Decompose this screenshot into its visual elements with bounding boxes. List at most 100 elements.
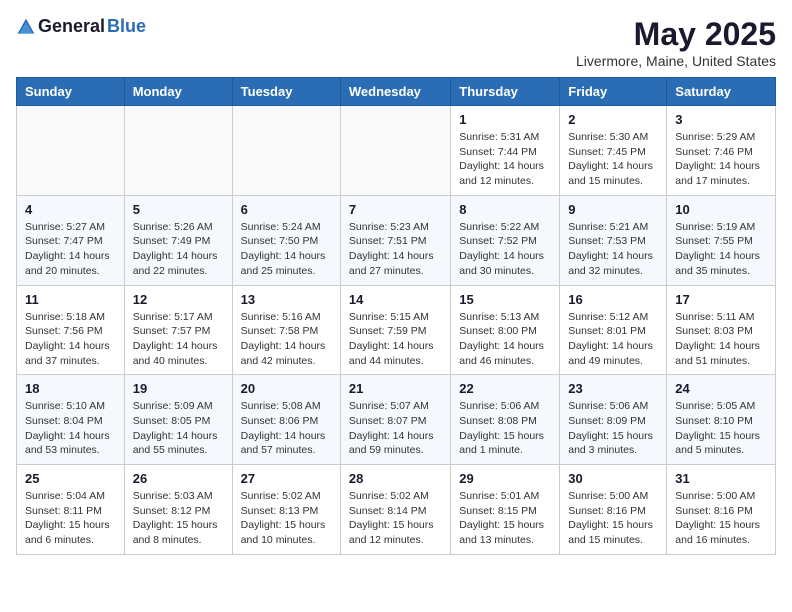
day-info: Sunrise: 5:07 AM Sunset: 8:07 PM Dayligh… — [349, 399, 442, 458]
calendar-cell: 21 Sunrise: 5:07 AM Sunset: 8:07 PM Dayli… — [340, 375, 450, 465]
day-number: 17 — [675, 292, 767, 307]
calendar-cell — [340, 106, 450, 196]
calendar-cell: 19 Sunrise: 5:09 AM Sunset: 8:05 PM Dayli… — [124, 375, 232, 465]
header-saturday: Saturday — [667, 78, 776, 106]
calendar-cell — [124, 106, 232, 196]
calendar-cell: 18 Sunrise: 5:10 AM Sunset: 8:04 PM Dayli… — [17, 375, 125, 465]
header-thursday: Thursday — [451, 78, 560, 106]
calendar-cell: 23Sunrise: 5:06 AM Sunset: 8:09 PM Dayli… — [560, 375, 667, 465]
title-section: May 2025 Livermore, Maine, United States — [576, 16, 776, 69]
day-number: 7 — [349, 202, 442, 217]
week-row-0: 1 Sunrise: 5:31 AM Sunset: 7:44 PM Daylig… — [17, 106, 776, 196]
day-info: Sunrise: 5:17 AM Sunset: 7:57 PM Dayligh… — [133, 310, 224, 369]
day-info: Sunrise: 5:31 AM Sunset: 7:44 PM Dayligh… — [459, 130, 551, 189]
week-row-3: 18 Sunrise: 5:10 AM Sunset: 8:04 PM Dayli… — [17, 375, 776, 465]
day-info: Sunrise: 5:27 AM Sunset: 7:47 PM Dayligh… — [25, 220, 116, 279]
day-number: 5 — [133, 202, 224, 217]
calendar-cell: 16Sunrise: 5:12 AM Sunset: 8:01 PM Dayli… — [560, 285, 667, 375]
day-info: Sunrise: 5:13 AM Sunset: 8:00 PM Dayligh… — [459, 310, 551, 369]
calendar-cell: 28 Sunrise: 5:02 AM Sunset: 8:14 PM Dayli… — [340, 465, 450, 555]
day-info: Sunrise: 5:29 AM Sunset: 7:46 PM Dayligh… — [675, 130, 767, 189]
calendar-cell: 14 Sunrise: 5:15 AM Sunset: 7:59 PM Dayli… — [340, 285, 450, 375]
day-info: Sunrise: 5:09 AM Sunset: 8:05 PM Dayligh… — [133, 399, 224, 458]
calendar-cell: 11 Sunrise: 5:18 AM Sunset: 7:56 PM Dayli… — [17, 285, 125, 375]
week-row-4: 25 Sunrise: 5:04 AM Sunset: 8:11 PM Dayli… — [17, 465, 776, 555]
day-info: Sunrise: 5:06 AM Sunset: 8:08 PM Dayligh… — [459, 399, 551, 458]
day-number: 9 — [568, 202, 658, 217]
day-number: 31 — [675, 471, 767, 486]
calendar-cell — [17, 106, 125, 196]
day-info: Sunrise: 5:03 AM Sunset: 8:12 PM Dayligh… — [133, 489, 224, 548]
day-info: Sunrise: 5:00 AM Sunset: 8:16 PM Dayligh… — [675, 489, 767, 548]
day-number: 16 — [568, 292, 658, 307]
day-info: Sunrise: 5:10 AM Sunset: 8:04 PM Dayligh… — [25, 399, 116, 458]
main-title: May 2025 — [576, 16, 776, 53]
day-number: 13 — [241, 292, 332, 307]
day-number: 26 — [133, 471, 224, 486]
day-number: 15 — [459, 292, 551, 307]
day-info: Sunrise: 5:15 AM Sunset: 7:59 PM Dayligh… — [349, 310, 442, 369]
calendar-cell: 4 Sunrise: 5:27 AM Sunset: 7:47 PM Daylig… — [17, 195, 125, 285]
day-number: 3 — [675, 112, 767, 127]
day-info: Sunrise: 5:02 AM Sunset: 8:14 PM Dayligh… — [349, 489, 442, 548]
calendar-cell: 7Sunrise: 5:23 AM Sunset: 7:51 PM Daylig… — [340, 195, 450, 285]
calendar-cell: 12 Sunrise: 5:17 AM Sunset: 7:57 PM Dayli… — [124, 285, 232, 375]
day-number: 2 — [568, 112, 658, 127]
day-info: Sunrise: 5:16 AM Sunset: 7:58 PM Dayligh… — [241, 310, 332, 369]
week-row-1: 4 Sunrise: 5:27 AM Sunset: 7:47 PM Daylig… — [17, 195, 776, 285]
day-number: 19 — [133, 381, 224, 396]
calendar-cell: 29 Sunrise: 5:01 AM Sunset: 8:15 PM Dayli… — [451, 465, 560, 555]
day-info: Sunrise: 5:08 AM Sunset: 8:06 PM Dayligh… — [241, 399, 332, 458]
day-number: 8 — [459, 202, 551, 217]
day-number: 24 — [675, 381, 767, 396]
day-info: Sunrise: 5:22 AM Sunset: 7:52 PM Dayligh… — [459, 220, 551, 279]
day-info: Sunrise: 5:04 AM Sunset: 8:11 PM Dayligh… — [25, 489, 116, 548]
logo: General Blue — [16, 16, 146, 37]
day-number: 21 — [349, 381, 442, 396]
day-number: 4 — [25, 202, 116, 217]
day-info: Sunrise: 5:21 AM Sunset: 7:53 PM Dayligh… — [568, 220, 658, 279]
header-tuesday: Tuesday — [232, 78, 340, 106]
day-number: 28 — [349, 471, 442, 486]
calendar-cell: 20 Sunrise: 5:08 AM Sunset: 8:06 PM Dayli… — [232, 375, 340, 465]
day-number: 18 — [25, 381, 116, 396]
calendar-cell: 26 Sunrise: 5:03 AM Sunset: 8:12 PM Dayli… — [124, 465, 232, 555]
page-header: General Blue May 2025 Livermore, Maine, … — [16, 16, 776, 69]
calendar-cell: 15 Sunrise: 5:13 AM Sunset: 8:00 PM Dayli… — [451, 285, 560, 375]
calendar-cell: 25 Sunrise: 5:04 AM Sunset: 8:11 PM Dayli… — [17, 465, 125, 555]
day-info: Sunrise: 5:00 AM Sunset: 8:16 PM Dayligh… — [568, 489, 658, 548]
day-info: Sunrise: 5:18 AM Sunset: 7:56 PM Dayligh… — [25, 310, 116, 369]
day-info: Sunrise: 5:26 AM Sunset: 7:49 PM Dayligh… — [133, 220, 224, 279]
day-info: Sunrise: 5:24 AM Sunset: 7:50 PM Dayligh… — [241, 220, 332, 279]
calendar-cell: 24Sunrise: 5:05 AM Sunset: 8:10 PM Dayli… — [667, 375, 776, 465]
day-number: 6 — [241, 202, 332, 217]
calendar-cell: 1 Sunrise: 5:31 AM Sunset: 7:44 PM Daylig… — [451, 106, 560, 196]
header-friday: Friday — [560, 78, 667, 106]
calendar-cell: 27 Sunrise: 5:02 AM Sunset: 8:13 PM Dayli… — [232, 465, 340, 555]
calendar-header: SundayMondayTuesdayWednesdayThursdayFrid… — [17, 78, 776, 106]
day-number: 14 — [349, 292, 442, 307]
calendar-cell — [232, 106, 340, 196]
calendar-cell: 13 Sunrise: 5:16 AM Sunset: 7:58 PM Dayli… — [232, 285, 340, 375]
calendar-cell: 3 Sunrise: 5:29 AM Sunset: 7:46 PM Daylig… — [667, 106, 776, 196]
day-info: Sunrise: 5:30 AM Sunset: 7:45 PM Dayligh… — [568, 130, 658, 189]
day-number: 29 — [459, 471, 551, 486]
header-monday: Monday — [124, 78, 232, 106]
day-number: 20 — [241, 381, 332, 396]
day-number: 1 — [459, 112, 551, 127]
calendar-cell: 8 Sunrise: 5:22 AM Sunset: 7:52 PM Daylig… — [451, 195, 560, 285]
day-number: 12 — [133, 292, 224, 307]
day-number: 25 — [25, 471, 116, 486]
day-number: 27 — [241, 471, 332, 486]
day-info: Sunrise: 5:02 AM Sunset: 8:13 PM Dayligh… — [241, 489, 332, 548]
calendar-body: 1 Sunrise: 5:31 AM Sunset: 7:44 PM Daylig… — [17, 106, 776, 555]
day-number: 11 — [25, 292, 116, 307]
day-info: Sunrise: 5:11 AM Sunset: 8:03 PM Dayligh… — [675, 310, 767, 369]
calendar-cell: 10Sunrise: 5:19 AM Sunset: 7:55 PM Dayli… — [667, 195, 776, 285]
header-wednesday: Wednesday — [340, 78, 450, 106]
calendar-cell: 22Sunrise: 5:06 AM Sunset: 8:08 PM Dayli… — [451, 375, 560, 465]
day-info: Sunrise: 5:19 AM Sunset: 7:55 PM Dayligh… — [675, 220, 767, 279]
calendar-cell: 5 Sunrise: 5:26 AM Sunset: 7:49 PM Daylig… — [124, 195, 232, 285]
day-info: Sunrise: 5:01 AM Sunset: 8:15 PM Dayligh… — [459, 489, 551, 548]
day-number: 23 — [568, 381, 658, 396]
